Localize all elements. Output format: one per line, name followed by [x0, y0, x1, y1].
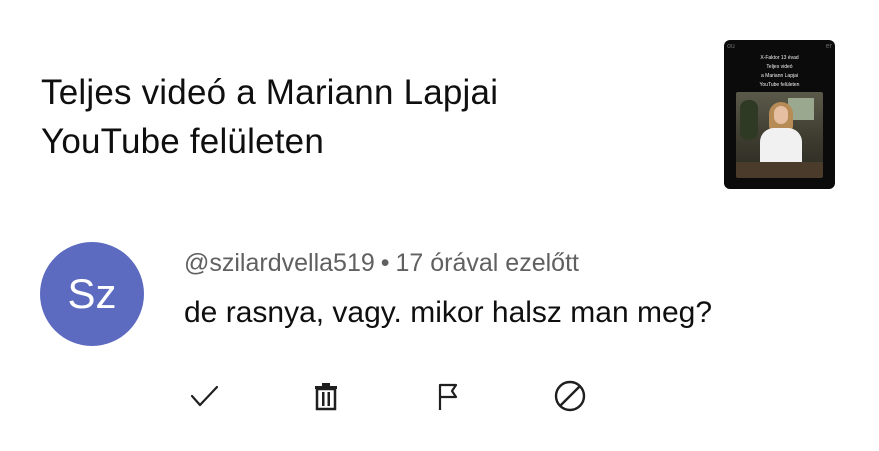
avatar-initials: Sz [67, 270, 117, 317]
comment-author[interactable]: @szilardvella519 [184, 249, 375, 277]
video-thumbnail[interactable]: ou er X-Faktor 13 évad Teljes videó a Ma… [724, 40, 835, 189]
report-button[interactable] [428, 376, 468, 416]
thumbnail-caption-line: a Mariann Lapjai [761, 73, 798, 79]
flag-icon [438, 383, 458, 410]
video-title-line-2: YouTube felületen [41, 122, 324, 161]
avatar[interactable]: Sz [40, 242, 144, 346]
thumbnail-caption: X-Faktor 13 évad Teljes videó a Mariann … [724, 54, 835, 90]
block-user-button[interactable] [550, 376, 590, 416]
thumbnail-caption-line: X-Faktor 13 évad [760, 55, 799, 61]
trash-icon [315, 383, 337, 411]
video-title-line-1: Teljes videó a Mariann Lapjai [41, 73, 499, 112]
block-icon [554, 380, 586, 412]
comment-time: 17 órával ezelőtt [395, 249, 579, 277]
thumbnail-image [736, 92, 823, 178]
check-icon [190, 385, 219, 407]
delete-button[interactable] [306, 376, 346, 416]
comment-notification: Teljes videó a Mariann Lapjai YouTube fe… [0, 0, 879, 451]
meta-separator: • [380, 249, 390, 277]
thumbnail-edge-mark: ou [727, 43, 735, 50]
thumbnail-caption-line: YouTube felületen [759, 82, 800, 88]
thumbnail-caption-line: Teljes videó [766, 64, 793, 70]
approve-button[interactable] [184, 376, 224, 416]
thumbnail-edge-mark: er [825, 43, 832, 50]
comment-text: de rasnya, vagy. mikor halsz man meg? [184, 296, 713, 329]
comment-meta: @szilardvella519 • 17 órával ezelőtt [184, 247, 579, 279]
video-title[interactable]: Teljes videó a Mariann Lapjai YouTube fe… [41, 68, 661, 166]
